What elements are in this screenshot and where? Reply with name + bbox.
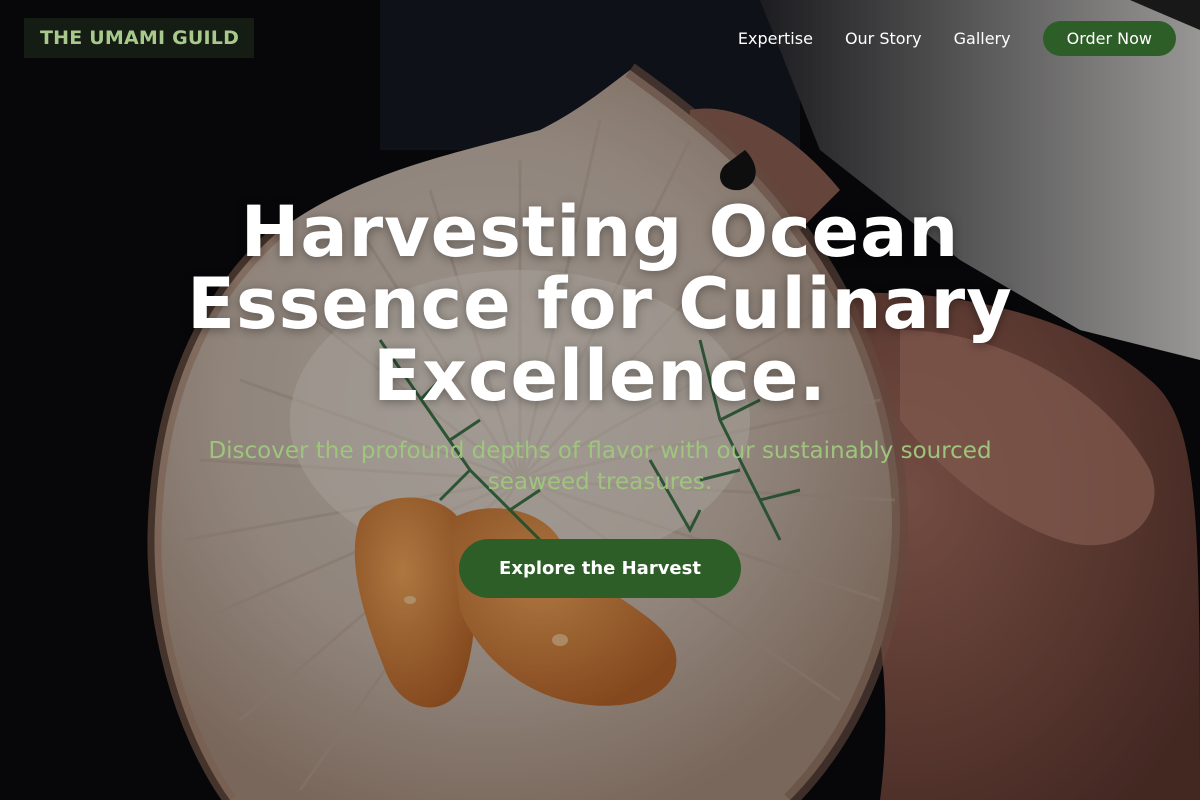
- hero-section: Harvesting Ocean Essence for Culinary Ex…: [150, 196, 1050, 598]
- site-logo[interactable]: THE UMAMI GUILD: [24, 18, 255, 58]
- nav-link-our-story[interactable]: Our Story: [845, 29, 922, 48]
- main-nav: Expertise Our Story Gallery Order Now: [738, 20, 1176, 56]
- hero-title: Harvesting Ocean Essence for Culinary Ex…: [187, 191, 1013, 417]
- nav-link-expertise[interactable]: Expertise: [738, 29, 813, 48]
- order-now-button[interactable]: Order Now: [1042, 20, 1176, 56]
- site-header: THE UMAMI GUILD Expertise Our Story Gall…: [0, 0, 1200, 76]
- hero-subtitle: Discover the profound depths of flavor w…: [208, 438, 992, 495]
- nav-link-gallery[interactable]: Gallery: [954, 29, 1011, 48]
- explore-harvest-button[interactable]: Explore the Harvest: [459, 539, 741, 598]
